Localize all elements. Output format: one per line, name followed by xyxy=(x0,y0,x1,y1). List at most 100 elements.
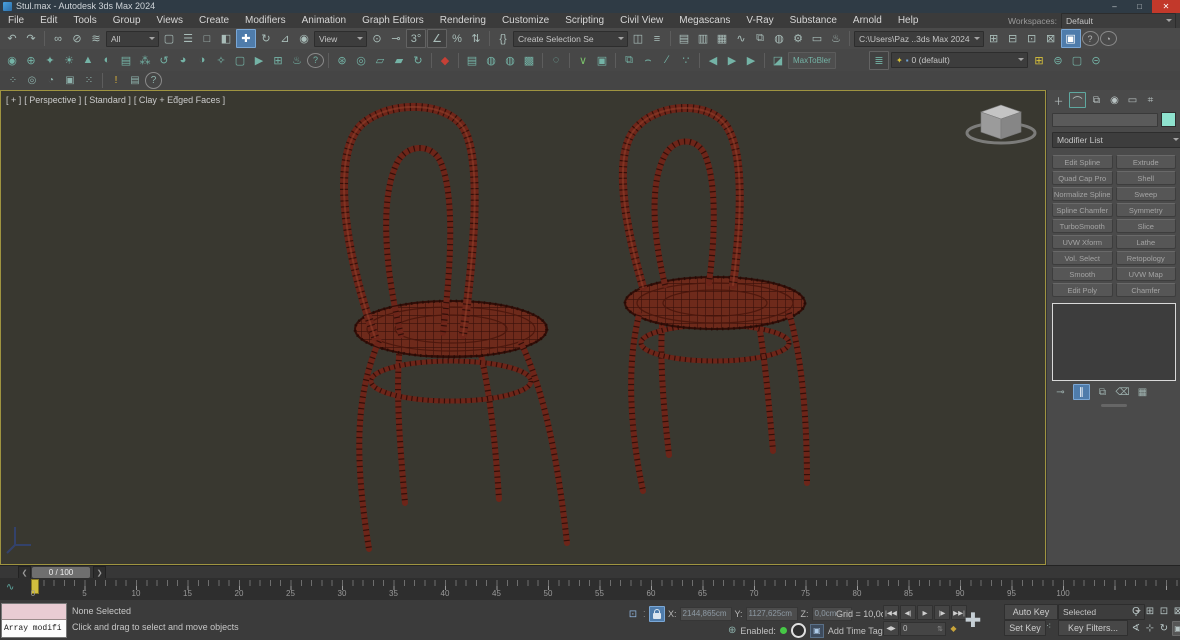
timeline-tick-label[interactable]: 0 xyxy=(31,589,35,598)
modifier-list-dropdown[interactable]: Modifier List xyxy=(1052,132,1180,148)
x-coordinate-field[interactable]: 2144,865cm xyxy=(679,607,732,621)
time-slider-track[interactable]: ❮ 0 / 100 ❯ xyxy=(0,565,1180,579)
play-button[interactable]: ▶ xyxy=(917,605,933,620)
schematic-view-icon[interactable]: ⧉ xyxy=(751,30,769,47)
modifier-button[interactable]: Smooth xyxy=(1052,267,1113,281)
timeline-tick-label[interactable]: 5 xyxy=(82,589,86,598)
add-time-tag[interactable]: Add Time Tag xyxy=(828,626,883,636)
layer-manager-icon[interactable]: ≣ xyxy=(869,50,889,70)
zoom-extents-icon[interactable]: ⊡ xyxy=(1158,604,1170,619)
object-name-field[interactable] xyxy=(1052,112,1158,127)
material-editor-icon[interactable]: ◍ xyxy=(770,30,788,47)
use-pivot-center-icon[interactable]: ⊙ xyxy=(368,30,386,47)
timeline-tick-label[interactable]: 20 xyxy=(235,589,244,598)
ribbon-icon[interactable]: ▦ xyxy=(713,30,731,47)
select-in-layer-icon[interactable]: ▢ xyxy=(1068,52,1086,69)
chair-model-left[interactable] xyxy=(340,103,570,552)
timeline-tick-label[interactable]: 85 xyxy=(904,589,913,598)
rendered-frame-icon[interactable]: ▭ xyxy=(808,30,826,47)
dot-grid-icon[interactable]: ⁘ xyxy=(4,73,22,88)
select-and-rotate-icon[interactable]: ↻ xyxy=(257,30,275,47)
remove-modifier-icon[interactable]: ⌫ xyxy=(1115,385,1130,399)
menu-item[interactable]: Animation xyxy=(294,13,354,28)
isolate-selection-toggle[interactable]: ⊡ xyxy=(626,607,640,621)
orbit-gizmo-icon[interactable]: ◎ xyxy=(23,73,41,88)
snaps-toggle-icon[interactable]: 3° xyxy=(406,29,426,48)
window-crossing-icon[interactable]: ◧ xyxy=(217,30,235,47)
menu-item[interactable]: Edit xyxy=(32,13,65,28)
project-new-icon[interactable]: ⊞ xyxy=(985,30,1003,47)
vray-render-view-icon[interactable]: ▶ xyxy=(250,52,268,69)
project-folder-dropdown[interactable]: C:\Users\Paz ..3ds Max 2024 xyxy=(854,30,984,47)
close-button[interactable]: ✕ xyxy=(1152,0,1180,13)
modifier-button[interactable]: Quad Cap Pro xyxy=(1052,171,1113,185)
vray-logo-icon[interactable]: ◆ xyxy=(436,52,454,69)
workspace-dropdown[interactable]: Default xyxy=(1061,12,1176,29)
create-key-button[interactable]: ✚ xyxy=(956,603,990,637)
vray-light-icon[interactable]: ✦ xyxy=(41,52,59,69)
rectangular-selection-icon[interactable]: □ xyxy=(198,30,216,47)
menu-item[interactable]: Civil View xyxy=(612,13,671,28)
vray-teapot-icon[interactable]: ♨ xyxy=(288,52,306,69)
gizmo-toggle-icon[interactable]: ⊕ xyxy=(728,625,736,636)
vray-frame-buffer-icon[interactable]: ▢ xyxy=(231,52,249,69)
timeline-tick-label[interactable]: 90 xyxy=(956,589,965,598)
layer-dropdown[interactable]: ✦ ▪ 0 (default) xyxy=(891,52,1028,68)
maxscript-mini-listener[interactable]: Array modifi xyxy=(1,603,67,638)
maximize-viewport-icon[interactable]: ▣ xyxy=(1172,621,1180,636)
modifier-button[interactable]: Symmetry xyxy=(1115,203,1176,217)
soft-selection-icon[interactable]: ◔ xyxy=(42,73,60,88)
chaos-scatter-icon[interactable]: ⊛ xyxy=(333,52,351,69)
menu-item[interactable]: Substance xyxy=(782,13,845,28)
timeline-tick-label[interactable]: 65 xyxy=(698,589,707,598)
listener-pane[interactable]: Array modifi xyxy=(2,620,66,637)
orbit-icon[interactable]: ↻ xyxy=(1158,621,1170,636)
timeline-tick-label[interactable]: 10 xyxy=(132,589,141,598)
timeline-tick-label[interactable]: 25 xyxy=(286,589,295,598)
notification-bell-icon[interactable]: ! xyxy=(107,73,125,88)
slate-material-editor-icon[interactable]: ▤ xyxy=(463,52,481,69)
modifier-button[interactable]: Edit Spline xyxy=(1052,155,1113,169)
material-override-icon[interactable]: ◍ xyxy=(501,52,519,69)
modifier-button[interactable]: UVW Map xyxy=(1115,267,1176,281)
key-filters-button[interactable]: Key Filters... xyxy=(1058,620,1128,636)
vray-properties-icon[interactable]: ▤ xyxy=(117,52,135,69)
modifier-button[interactable]: UVW Xform xyxy=(1052,235,1113,249)
timeline-tick-label[interactable]: 70 xyxy=(750,589,759,598)
timeline-tick-label[interactable]: 15 xyxy=(183,589,192,598)
modifier-button[interactable]: Chamfer xyxy=(1115,283,1176,297)
modifier-button[interactable]: Edit Poly xyxy=(1052,283,1113,297)
help-circle-icon[interactable]: ? xyxy=(145,72,162,89)
scene-explorer-icon[interactable]: ▤ xyxy=(675,30,693,47)
modifier-button[interactable]: Slice xyxy=(1115,219,1176,233)
undo-icon[interactable]: ↶ xyxy=(3,30,21,47)
frame-spinner[interactable]: ⇅ xyxy=(937,625,943,633)
bind-to-space-warp-icon[interactable]: ≋ xyxy=(87,30,105,47)
chair-model-right[interactable] xyxy=(618,104,810,494)
vray-plane-light-icon[interactable]: ▲ xyxy=(79,52,97,69)
quad-chamfer-icon[interactable]: ⧉ xyxy=(620,52,638,69)
timeline-tick-label[interactable]: 45 xyxy=(492,589,501,598)
key-paw-icon[interactable]: ⁖ xyxy=(1046,621,1051,632)
project-open-icon[interactable]: ⊟ xyxy=(1004,30,1022,47)
select-object-icon[interactable]: ▢ xyxy=(160,30,178,47)
modifier-button[interactable]: Extrude xyxy=(1115,155,1176,169)
go-to-start-button[interactable]: |◀◀ xyxy=(883,605,899,620)
tab-display[interactable]: ▭ xyxy=(1125,93,1140,107)
pen-tool-icon[interactable]: ∕ xyxy=(658,52,676,69)
menu-item[interactable]: V-Ray xyxy=(738,13,781,28)
vray-ipr-icon[interactable]: ↻ xyxy=(409,52,427,69)
create-layer-icon[interactable]: ⊞ xyxy=(1030,52,1048,69)
modifier-button[interactable]: Lathe xyxy=(1115,235,1176,249)
select-and-place-icon[interactable]: ◉ xyxy=(295,30,313,47)
timeline-tick-label[interactable]: 80 xyxy=(853,589,862,598)
timeline-tick-label[interactable]: 40 xyxy=(441,589,450,598)
current-frame-field[interactable]: 0 ⇅ xyxy=(900,621,946,636)
time-slider-thumb[interactable]: 0 / 100 xyxy=(32,567,90,578)
timeline-tick-label[interactable]: 30 xyxy=(338,589,347,598)
color-checker-icon[interactable]: ▩ xyxy=(520,52,538,69)
selection-lock-toggle[interactable] xyxy=(648,606,665,622)
modifier-button[interactable]: TurboSmooth xyxy=(1052,219,1113,233)
compact-material-editor-icon[interactable]: ◍ xyxy=(482,52,500,69)
reference-coordinate-dropdown[interactable]: View xyxy=(314,30,367,47)
